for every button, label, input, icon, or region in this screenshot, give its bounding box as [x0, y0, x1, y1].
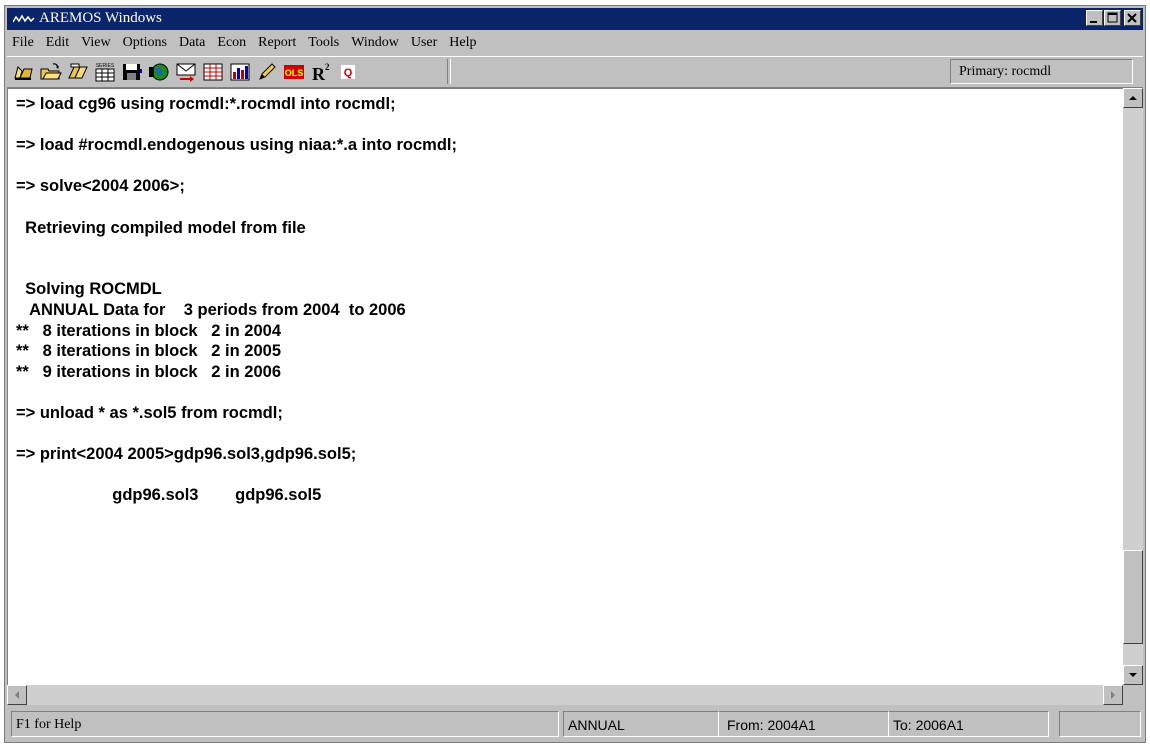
table-icon [203, 63, 223, 81]
menu-report[interactable]: Report [252, 35, 302, 51]
toolbar-separator [447, 59, 451, 84]
save-icon [123, 64, 142, 80]
scroll-down-button[interactable] [1123, 665, 1143, 685]
table-button[interactable] [200, 60, 226, 84]
minimize-button[interactable] [1086, 10, 1103, 26]
console-line: Solving ROCMDL [16, 280, 162, 299]
menu-econ[interactable]: Econ [211, 35, 252, 51]
mail-icon [176, 63, 196, 82]
menu-window[interactable]: Window [345, 35, 405, 51]
console-line: ** 9 iterations in block 2 in 2006 [16, 362, 282, 381]
ols-icon: OLS [284, 65, 304, 79]
mail-button[interactable] [173, 60, 199, 84]
vertical-scroll-thumb[interactable] [1123, 550, 1143, 644]
status-frequency: ANNUAL [563, 711, 719, 737]
title-bar[interactable]: AREMOS Windows [7, 8, 1143, 30]
scroll-right-icon [1111, 691, 1115, 699]
ols-button[interactable]: OLS [281, 60, 307, 84]
ols-label: OLS [285, 68, 304, 78]
open-file-icon [40, 63, 62, 80]
q-label: Q [344, 67, 353, 79]
console-line: => print<2004 2005>gdp96.sol3,gdp96.sol5… [16, 445, 357, 464]
console-line: ** 8 iterations in block 2 in 2005 [16, 342, 282, 361]
status-to: To: 2006A1 [889, 711, 1049, 737]
series-icon: SERIES [95, 63, 115, 82]
close-button[interactable] [1124, 10, 1141, 26]
scroll-down-icon [1129, 673, 1137, 677]
menu-data[interactable]: Data [173, 35, 211, 51]
chart-button[interactable] [227, 60, 253, 84]
close-icon [1127, 13, 1137, 23]
scrollbar-corner [1123, 685, 1143, 705]
maximize-button[interactable] [1104, 10, 1121, 26]
menu-tools[interactable]: Tools [302, 35, 345, 51]
toolbar: SERIES OLS R 2 Q Primary: rocmdl [7, 56, 1143, 88]
q-icon: Q [341, 65, 355, 79]
r2-superscript: 2 [325, 62, 330, 72]
primary-database-indicator: Primary: rocmdl [950, 59, 1133, 84]
menu-bar: File Edit View Options Data Econ Report … [7, 31, 1143, 55]
menu-help[interactable]: Help [443, 35, 482, 51]
globe-button[interactable] [146, 60, 172, 84]
maximize-icon [1107, 12, 1118, 23]
scroll-left-icon [15, 691, 19, 699]
save-button[interactable] [119, 60, 145, 84]
aremos-window: AREMOS Windows File Edit View Options Da… [4, 5, 1146, 743]
menu-options[interactable]: Options [117, 35, 173, 51]
status-bar: F1 for Help ANNUAL From: 2004A1 To: 2006… [7, 707, 1143, 740]
edit-pencil-icon [259, 63, 276, 80]
edit-pencil-button[interactable] [254, 60, 280, 84]
series-label: SERIES [96, 63, 115, 69]
vertical-scrollbar[interactable] [1123, 88, 1143, 685]
r-squared-icon: R 2 [312, 62, 330, 83]
open-folder-button[interactable] [11, 60, 37, 84]
window-controls [1085, 10, 1141, 28]
console-line: Retrieving compiled model from file [16, 218, 306, 237]
open-file-button[interactable] [38, 60, 64, 84]
window-title: AREMOS Windows [39, 10, 162, 26]
minimize-icon [1090, 21, 1097, 23]
globe-icon [149, 63, 169, 81]
open-folder-icon [14, 66, 33, 80]
toolbar-icons: SERIES OLS R 2 Q [11, 60, 361, 84]
menu-file[interactable]: File [7, 35, 40, 51]
scroll-up-icon [1129, 96, 1137, 100]
open-database-button[interactable] [65, 60, 91, 84]
r2-label: R [312, 64, 326, 83]
console-output-area[interactable]: => load cg96 using rocmdl:*.rocmdl into … [7, 88, 1123, 685]
scroll-left-button[interactable] [7, 685, 27, 705]
menu-edit[interactable]: Edit [40, 35, 75, 51]
scroll-up-button[interactable] [1123, 88, 1143, 108]
status-help: F1 for Help [11, 711, 559, 737]
console-line: ** 8 iterations in block 2 in 2004 [16, 321, 282, 340]
console-line: ANNUAL Data for 3 periods from 2004 to 2… [16, 300, 406, 319]
menu-view[interactable]: View [75, 35, 116, 51]
console-line: => load #rocmdl.endogenous using niaa:*.… [16, 136, 457, 155]
scroll-right-button[interactable] [1103, 685, 1123, 705]
console-line: => solve<2004 2006>; [16, 177, 185, 196]
open-database-icon [68, 63, 88, 79]
series-button[interactable]: SERIES [92, 60, 118, 84]
console-line: => load cg96 using rocmdl:*.rocmdl into … [16, 95, 396, 113]
q-button[interactable]: Q [335, 60, 361, 84]
console-line: => unload * as *.sol5 from rocmdl; [16, 403, 283, 422]
chart-icon [230, 63, 250, 81]
status-from: From: 2004A1 [719, 711, 889, 737]
console-line: gdp96.sol3 gdp96.sol5 [16, 486, 322, 505]
horizontal-scrollbar[interactable] [7, 685, 1123, 705]
aremos-app-icon [13, 14, 35, 23]
menu-user[interactable]: User [405, 35, 443, 51]
r-squared-button[interactable]: R 2 [308, 60, 334, 84]
console-text: => load cg96 using rocmdl:*.rocmdl into … [16, 94, 457, 506]
status-extra [1059, 711, 1141, 737]
